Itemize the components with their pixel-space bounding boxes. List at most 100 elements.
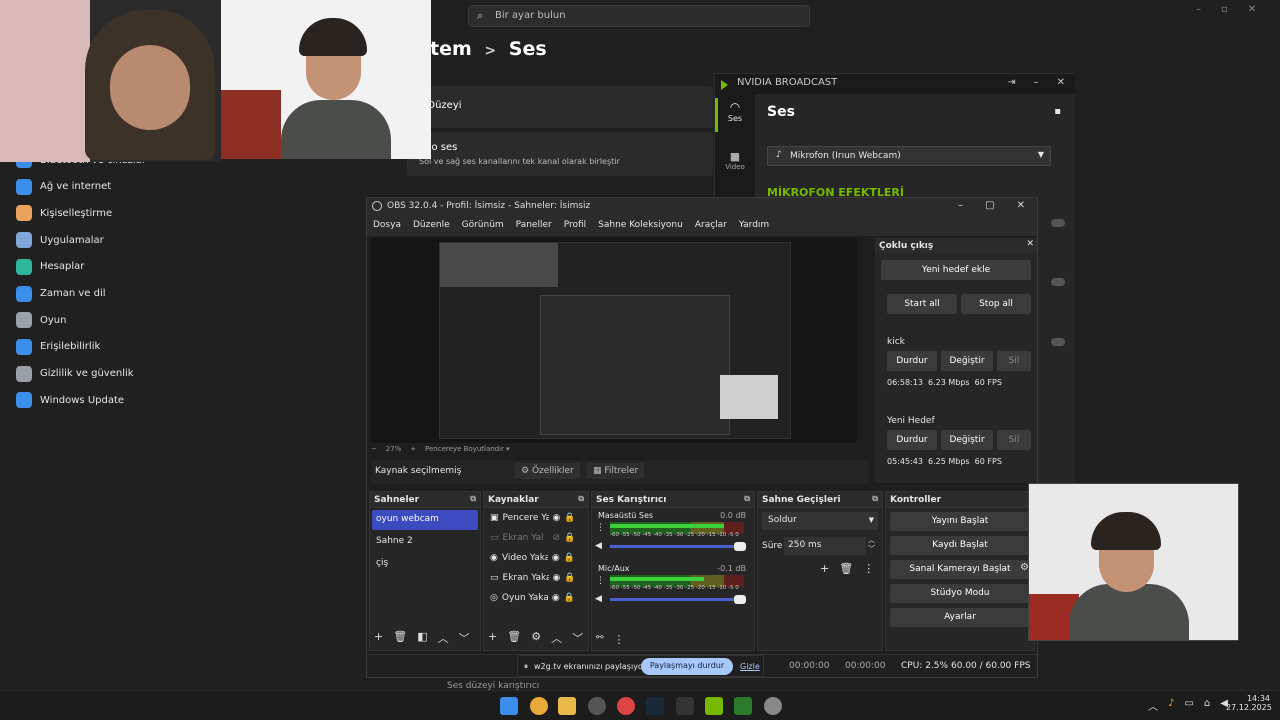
zoom-in-button[interactable]: + [410, 445, 416, 453]
scene-item[interactable]: Sahne 2 [372, 532, 478, 552]
control-button[interactable]: Ayarlar [890, 608, 1030, 627]
maximize-icon[interactable]: □ [985, 200, 994, 211]
arrow-down-icon[interactable]: ﹀ [459, 630, 470, 646]
nav-video[interactable]: ■ Video [715, 150, 755, 171]
game-icon[interactable] [734, 697, 752, 715]
menu-item[interactable]: Düzenle [413, 220, 450, 236]
lock-icon[interactable]: 🔒 [564, 593, 575, 603]
eye-off-icon[interactable]: ⊘ [553, 533, 561, 543]
mono-audio-card[interactable]: ono ses Sol ve sağ ses kanallarını tek k… [407, 132, 713, 176]
menu-item[interactable]: Profil [564, 220, 586, 236]
toggle-switch[interactable] [1051, 219, 1065, 227]
lock-icon[interactable]: 🔒 [564, 553, 575, 563]
obs-preview[interactable] [371, 238, 857, 443]
menu-item[interactable]: Görünüm [462, 220, 504, 236]
filter-icon[interactable]: ◧ [417, 630, 427, 646]
menu-item[interactable]: Paneller [516, 220, 552, 236]
close-icon[interactable]: ✕ [1248, 4, 1256, 15]
close-icon[interactable]: ✕ [1057, 77, 1065, 88]
toggle-switch[interactable] [1051, 338, 1065, 346]
stop-all-button[interactable]: Stop all [961, 294, 1031, 314]
slider-handle[interactable] [734, 595, 746, 604]
sidebar-item[interactable]: Hesaplar [16, 257, 84, 277]
folder-icon[interactable] [558, 697, 576, 715]
eye-icon[interactable]: ◉ [552, 553, 560, 563]
arrow-up-icon[interactable]: ︿ [551, 630, 562, 646]
more-icon[interactable]: ⋮ [614, 633, 625, 646]
obs-icon[interactable] [588, 697, 606, 715]
sidebar-item[interactable]: Erişilebilirlik [16, 337, 100, 357]
undock-icon[interactable]: ⧉ [872, 494, 878, 504]
delete-target-button[interactable]: Sil [997, 351, 1031, 371]
filters-button[interactable]: ▦ Filtreler [587, 463, 645, 479]
undock-icon[interactable]: ⧉ [470, 494, 476, 504]
hide-link[interactable]: Gizle [740, 662, 760, 671]
pin-icon[interactable]: ⇥ [1007, 77, 1015, 88]
menu-item[interactable]: Yardım [739, 220, 769, 236]
edit-target-button[interactable]: Değiştir [941, 351, 993, 371]
gear-icon[interactable] [764, 697, 782, 715]
source-item[interactable]: ▭Ekran Yakal ◉🔒 [484, 568, 588, 588]
display-icon[interactable]: ▭ [1184, 698, 1193, 713]
chrome-icon[interactable] [530, 697, 548, 715]
trash-icon[interactable]: 🗑 [507, 630, 521, 646]
add-target-button[interactable]: Yeni hedef ekle [881, 260, 1031, 280]
github-icon[interactable] [676, 697, 694, 715]
search-input[interactable]: ⌕ Bir ayar bulun [468, 5, 810, 27]
control-button[interactable]: Yayını Başlat [890, 512, 1030, 531]
sidebar-item[interactable]: Oyun [16, 310, 66, 330]
close-icon[interactable]: ✕ [1017, 200, 1025, 211]
sidebar-item[interactable]: Ağ ve internet [16, 177, 111, 197]
volume-slider[interactable] [610, 595, 746, 604]
network-icon[interactable]: ⌂ [1204, 698, 1210, 713]
add-icon[interactable]: + [488, 630, 497, 646]
breadcrumb-parent[interactable]: tem [430, 38, 472, 60]
nvidia-icon[interactable] [705, 697, 723, 715]
more-icon[interactable]: ⋮ [596, 576, 605, 586]
delete-target-button[interactable]: Sil [997, 430, 1031, 450]
sidebar-item[interactable]: Kişiselleştirme [16, 203, 112, 223]
zoom-mode[interactable]: Pencereye Boyutlandır [425, 445, 504, 453]
stop-target-button[interactable]: Durdur [887, 430, 937, 450]
trash-icon[interactable]: 🗑 [393, 630, 407, 646]
eye-icon[interactable]: ◉ [552, 593, 560, 603]
stop-sharing-button[interactable]: Paylaşmayı durdur [641, 658, 733, 675]
lock-icon[interactable]: 🔒 [564, 533, 575, 543]
scene-item[interactable]: çiş [372, 554, 478, 574]
minimize-icon[interactable]: – [1034, 77, 1039, 88]
undock-icon[interactable]: ⧉ [744, 494, 750, 504]
undock-icon[interactable]: ⧉ [578, 494, 584, 504]
minimize-icon[interactable]: – [958, 200, 963, 211]
microphone-icon[interactable]: ♪ [1168, 698, 1174, 713]
start-all-button[interactable]: Start all [887, 294, 957, 314]
edit-target-button[interactable]: Değiştir [941, 430, 993, 450]
arrow-down-icon[interactable]: ﹀ [572, 630, 583, 646]
menu-item[interactable]: Dosya [373, 220, 401, 236]
stepper-icon[interactable]: ︿ ﹀ [868, 536, 875, 554]
mic-select[interactable]: ♪ Mikrofon (Irıun Webcam) ▼ [767, 146, 1051, 166]
add-icon[interactable]: + [374, 630, 383, 646]
properties-button[interactable]: ⚙ Özellikler [515, 463, 580, 479]
nav-audio[interactable]: ◠ Ses [715, 100, 755, 123]
zoom-out-button[interactable]: − [371, 445, 377, 453]
source-item[interactable]: ▭ Ekran Yal ⊘ 🔒 [484, 528, 588, 548]
more-icon[interactable]: ⋮ [596, 523, 605, 533]
speaker-icon[interactable]: ◀ [595, 594, 602, 604]
toggle-switch[interactable] [1051, 278, 1065, 286]
transition-select[interactable]: Soldur ▼ [762, 512, 878, 530]
volume-card[interactable]: s Düzeyi [407, 86, 713, 128]
control-button[interactable]: Stüdyo Modu [890, 584, 1030, 603]
duration-input[interactable]: 250 ms [784, 537, 866, 555]
steam-icon[interactable] [646, 697, 664, 715]
feedback-icon[interactable]: ▪ [1054, 106, 1061, 117]
sidebar-item[interactable]: Windows Update [16, 390, 124, 410]
volume-slider[interactable] [610, 542, 746, 551]
chrome-icon[interactable] [617, 697, 635, 715]
source-item[interactable]: ▣ Pencere Yal ◉ 🔒 [484, 508, 588, 528]
sidebar-item[interactable]: Gizlilik ve güvenlik [16, 364, 134, 384]
trash-icon[interactable]: 🗑 [839, 562, 853, 575]
speaker-icon[interactable]: ◀ [595, 541, 602, 551]
arrow-up-icon[interactable]: ︿ [438, 630, 449, 646]
start-icon[interactable] [500, 697, 518, 715]
minimize-icon[interactable]: – [1196, 4, 1201, 15]
